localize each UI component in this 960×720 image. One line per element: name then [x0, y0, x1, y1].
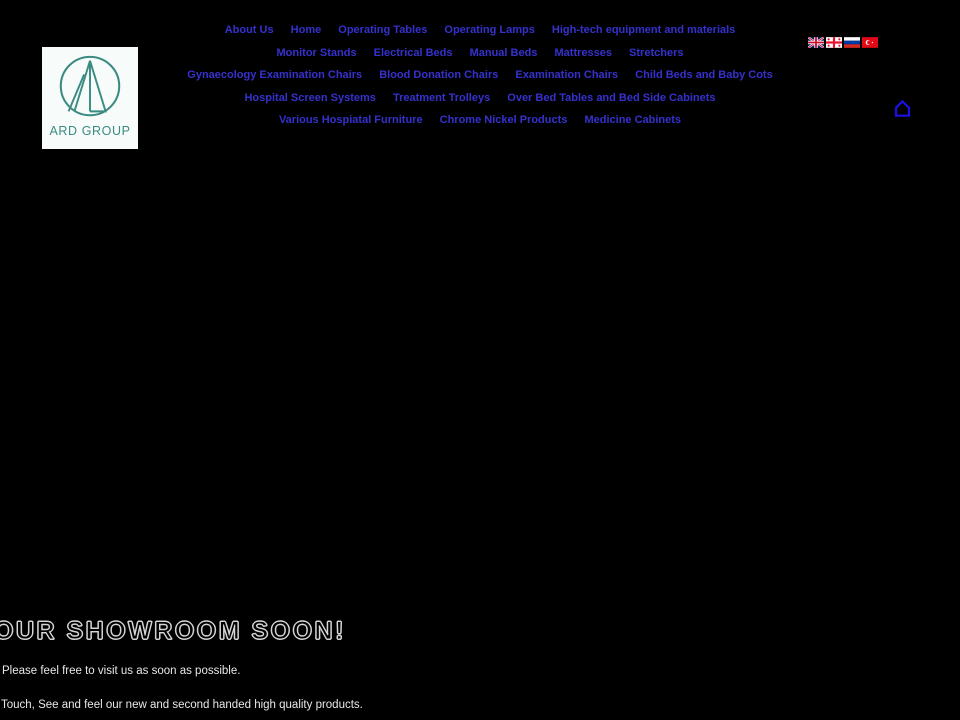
nav-item-operating-lamps[interactable]: Operating Lamps: [444, 19, 534, 42]
site-logo[interactable]: ARD GROUP: [42, 47, 138, 149]
home-icon[interactable]: [893, 99, 912, 118]
nav-item-over-bed-tables[interactable]: Over Bed Tables and Bed Side Cabinets: [507, 87, 715, 110]
nav-item-hospital-screen-systems[interactable]: Hospital Screen Systems: [244, 87, 375, 110]
main-navigation: About Us Home Operating Tables Operating…: [180, 19, 780, 132]
nav-item-blood-donation-chairs[interactable]: Blood Donation Chairs: [379, 64, 498, 87]
home-icon-glyph: [894, 99, 911, 117]
english-flag-icon[interactable]: [808, 37, 824, 48]
promo-line-2: Touch, See and feel our new and second h…: [1, 699, 363, 711]
nav-item-monitor-stands[interactable]: Monitor Stands: [277, 42, 357, 65]
nav-item-about-us[interactable]: About Us: [225, 19, 274, 42]
nav-item-manual-beds[interactable]: Manual Beds: [470, 42, 538, 65]
georgian-flag-icon[interactable]: [826, 37, 842, 48]
nav-item-gynaecology-examination-chairs[interactable]: Gynaecology Examination Chairs: [187, 64, 362, 87]
nav-item-mattresses[interactable]: Mattresses: [555, 42, 612, 65]
nav-item-high-tech-equipment[interactable]: High-tech equipment and materials: [552, 19, 735, 42]
nav-item-examination-chairs[interactable]: Examination Chairs: [515, 64, 618, 87]
logo-wordmark: ARD GROUP: [49, 124, 131, 138]
nav-item-operating-tables[interactable]: Operating Tables: [338, 19, 427, 42]
nav-item-home[interactable]: Home: [291, 19, 322, 42]
promo-heading: OUR SHOWROOM SOON!: [0, 617, 346, 646]
nav-item-child-beds-baby-cots[interactable]: Child Beds and Baby Cots: [635, 64, 773, 87]
nav-item-various-hospital-furniture[interactable]: Various Hospiatal Furniture: [279, 109, 423, 132]
turkish-flag-icon[interactable]: [862, 37, 878, 48]
nav-item-stretchers[interactable]: Stretchers: [629, 42, 683, 65]
nav-item-chrome-nickel-products[interactable]: Chrome Nickel Products: [440, 109, 568, 132]
promo-line-1: Please feel free to visit us as soon as …: [2, 665, 241, 677]
nav-item-electrical-beds[interactable]: Electrical Beds: [374, 42, 453, 65]
promo-section: OUR SHOWROOM SOON! Please feel free to v…: [0, 616, 960, 712]
language-selector: [808, 37, 878, 48]
russian-flag-icon[interactable]: [844, 37, 860, 48]
ard-group-logo-icon: [59, 55, 121, 117]
nav-item-treatment-trolleys[interactable]: Treatment Trolleys: [393, 87, 490, 110]
nav-item-medicine-cabinets[interactable]: Medicine Cabinets: [584, 109, 681, 132]
